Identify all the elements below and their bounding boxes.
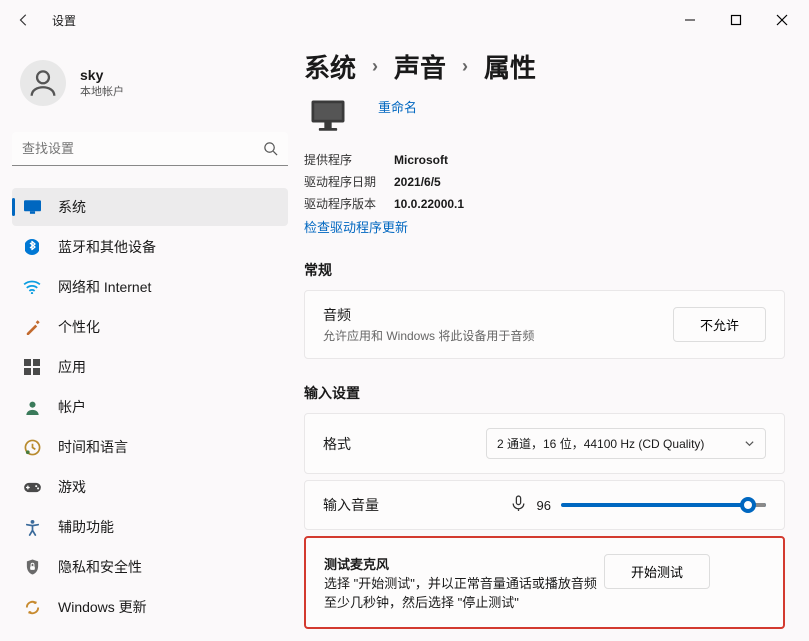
format-label: 格式 xyxy=(323,434,351,454)
sidebar-item-label: 辅助功能 xyxy=(58,517,114,537)
privacy-icon xyxy=(22,557,42,577)
accounts-icon xyxy=(22,397,42,417)
driver-date-label: 驱动程序日期 xyxy=(304,171,394,193)
format-value: 2 通道，16 位，44100 Hz (CD Quality) xyxy=(497,435,704,452)
sidebar-item-label: 网络和 Internet xyxy=(58,277,151,297)
audio-desc: 允许应用和 Windows 将此设备用于音频 xyxy=(323,327,534,344)
sidebar-item-update[interactable]: Windows 更新 xyxy=(12,588,288,626)
input-volume-value: 96 xyxy=(537,498,551,513)
section-general-title: 常规 xyxy=(304,260,785,280)
settings-window: 设置 sky 本地帐户 系统蓝牙和其他设备网络和 Internet 个性化 xyxy=(0,0,809,641)
minimize-button[interactable] xyxy=(667,4,713,36)
slider-thumb[interactable] xyxy=(740,497,756,513)
main-content: 系统 › 声音 › 属性 重命名 提供程序Microsoft 驱动程序日期202… xyxy=(300,40,809,641)
sidebar-item-personalization[interactable]: 个性化 xyxy=(12,308,288,346)
driver-date-value: 2021/6/5 xyxy=(394,171,441,193)
system-icon xyxy=(22,197,42,217)
avatar xyxy=(20,60,66,106)
input-volume-slider[interactable] xyxy=(561,503,766,507)
search-icon xyxy=(263,141,278,156)
update-icon xyxy=(22,597,42,617)
sidebar-item-label: 时间和语言 xyxy=(58,437,128,457)
sidebar-item-gaming[interactable]: 游戏 xyxy=(12,468,288,506)
start-test-button[interactable]: 开始测试 xyxy=(604,554,710,589)
window-controls xyxy=(667,4,805,36)
deny-button[interactable]: 不允许 xyxy=(673,307,766,342)
audio-allow-card: 音频 允许应用和 Windows 将此设备用于音频 不允许 xyxy=(304,290,785,359)
audio-label: 音频 xyxy=(323,305,534,325)
network-icon xyxy=(22,277,42,297)
rename-link[interactable]: 重命名 xyxy=(378,97,417,116)
provider-value: Microsoft xyxy=(394,149,448,171)
breadcrumb: 系统 › 声音 › 属性 xyxy=(304,48,785,85)
sidebar-item-apps[interactable]: 应用 xyxy=(12,348,288,386)
nav: 系统蓝牙和其他设备网络和 Internet 个性化应用帐户时间和语言游戏辅助功能隐… xyxy=(12,188,288,626)
provider-label: 提供程序 xyxy=(304,149,394,171)
close-button[interactable] xyxy=(759,4,805,36)
sidebar-item-label: 个性化 xyxy=(58,317,100,337)
accessibility-icon xyxy=(22,517,42,537)
user-type: 本地帐户 xyxy=(80,83,124,99)
driver-version-value: 10.0.22000.1 xyxy=(394,193,464,215)
chevron-right-icon: › xyxy=(460,56,470,77)
breadcrumb-properties: 属性 xyxy=(484,48,536,85)
input-volume-card: 输入音量 96 xyxy=(304,480,785,530)
time-icon xyxy=(22,437,42,457)
sidebar-item-system[interactable]: 系统 xyxy=(12,188,288,226)
window-title: 设置 xyxy=(52,12,76,29)
sidebar-item-label: Windows 更新 xyxy=(58,597,147,617)
device-info: 提供程序Microsoft 驱动程序日期2021/6/5 驱动程序版本10.0.… xyxy=(304,149,785,236)
sidebar-item-accounts[interactable]: 帐户 xyxy=(12,388,288,426)
chevron-down-icon xyxy=(744,438,755,449)
user-name: sky xyxy=(80,67,124,83)
back-button[interactable] xyxy=(8,4,40,36)
test-microphone-card: 测试麦克风 选择 "开始测试"，并以正常音量通话或播放音频至少几秒钟，然后选择 … xyxy=(304,536,785,629)
check-driver-update-link[interactable]: 检查驱动程序更新 xyxy=(304,217,408,236)
personalization-icon xyxy=(22,317,42,337)
sidebar-item-time[interactable]: 时间和语言 xyxy=(12,428,288,466)
sidebar-item-bluetooth[interactable]: 蓝牙和其他设备 xyxy=(12,228,288,266)
sidebar-item-network[interactable]: 网络和 Internet xyxy=(12,268,288,306)
titlebar: 设置 xyxy=(0,0,809,40)
sidebar-item-accessibility[interactable]: 辅助功能 xyxy=(12,508,288,546)
microphone-icon xyxy=(510,495,527,515)
format-dropdown[interactable]: 2 通道，16 位，44100 Hz (CD Quality) xyxy=(486,428,766,459)
sidebar-item-label: 隐私和安全性 xyxy=(58,557,142,577)
person-icon xyxy=(26,66,60,100)
format-card: 格式 2 通道，16 位，44100 Hz (CD Quality) xyxy=(304,413,785,474)
sidebar-item-label: 游戏 xyxy=(58,477,86,497)
monitor-icon xyxy=(304,93,352,141)
chevron-right-icon: › xyxy=(370,56,380,77)
device-header: 重命名 xyxy=(304,93,785,141)
sidebar-item-privacy[interactable]: 隐私和安全性 xyxy=(12,548,288,586)
sidebar-item-label: 应用 xyxy=(58,357,86,377)
search-input[interactable] xyxy=(22,141,263,156)
apps-icon xyxy=(22,357,42,377)
bluetooth-icon xyxy=(22,237,42,257)
sidebar-item-label: 帐户 xyxy=(58,397,86,417)
arrow-left-icon xyxy=(17,13,31,27)
gaming-icon xyxy=(22,477,42,497)
driver-version-label: 驱动程序版本 xyxy=(304,193,394,215)
sidebar-item-label: 系统 xyxy=(58,197,86,217)
section-input-title: 输入设置 xyxy=(304,383,785,403)
search-box[interactable] xyxy=(12,132,288,166)
maximize-icon xyxy=(730,14,742,26)
input-volume-label: 输入音量 xyxy=(323,495,379,515)
breadcrumb-sound[interactable]: 声音 xyxy=(394,48,446,85)
test-mic-title: 测试麦克风 xyxy=(324,554,604,573)
sidebar: sky 本地帐户 系统蓝牙和其他设备网络和 Internet 个性化应用帐户时间和… xyxy=(0,40,300,641)
sidebar-item-label: 蓝牙和其他设备 xyxy=(58,237,156,257)
breadcrumb-system[interactable]: 系统 xyxy=(304,48,356,85)
user-row[interactable]: sky 本地帐户 xyxy=(12,52,288,114)
minimize-icon xyxy=(684,14,696,26)
close-icon xyxy=(776,14,788,26)
test-mic-desc: 选择 "开始测试"，并以正常音量通话或播放音频至少几秒钟，然后选择 "停止测试" xyxy=(324,573,604,611)
maximize-button[interactable] xyxy=(713,4,759,36)
